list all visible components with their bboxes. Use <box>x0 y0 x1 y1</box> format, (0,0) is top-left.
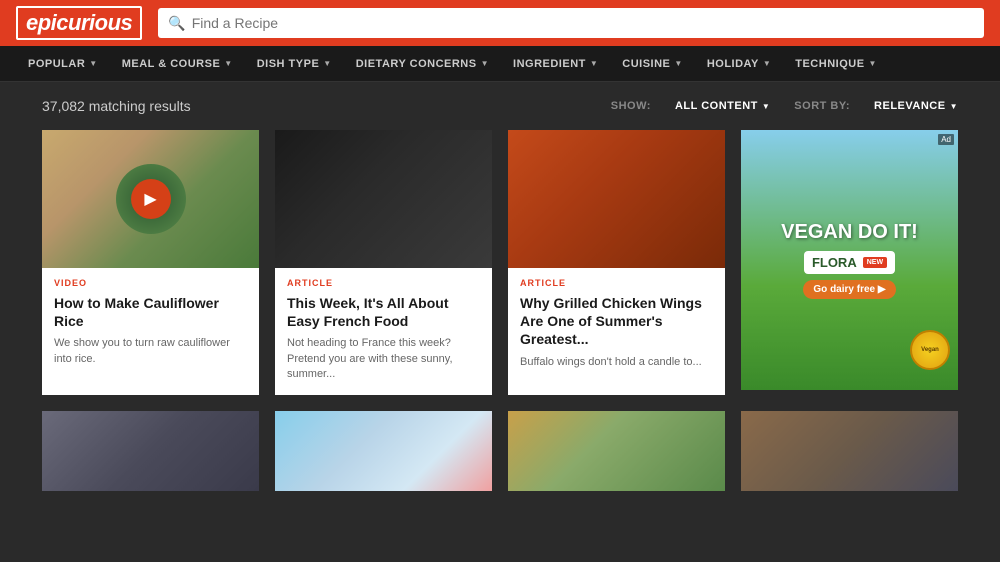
nav: Popular ▼ Meal & Course ▼ Dish Type ▼ Di… <box>0 46 1000 82</box>
card-title: This Week, It's All About Easy French Fo… <box>287 294 480 330</box>
card-description: Not heading to France this week? Pretend… <box>287 336 480 382</box>
card-tag: VIDEO <box>54 278 247 288</box>
card-title: Why Grilled Chicken Wings Are One of Sum… <box>520 294 713 349</box>
card-cauliflower-rice[interactable]: ▶ VIDEO How to Make Cauliflower Rice We … <box>42 130 259 395</box>
nav-item-ingredient[interactable]: Ingredient ▼ <box>501 46 610 82</box>
card-title: How to Make Cauliflower Rice <box>54 294 247 330</box>
card-image <box>508 130 725 268</box>
search-input[interactable] <box>192 15 974 31</box>
chevron-down-icon: ▼ <box>762 102 770 111</box>
card-grilled-chicken[interactable]: ARTICLE Why Grilled Chicken Wings Are On… <box>508 130 725 395</box>
show-content-dropdown[interactable]: All Content ▼ <box>675 100 770 112</box>
content-grid: ▶ VIDEO How to Make Cauliflower Rice We … <box>0 130 1000 491</box>
chevron-down-icon: ▼ <box>950 102 958 111</box>
sort-label: SORT BY: <box>794 100 850 112</box>
ad-badge: Ad <box>938 134 954 145</box>
card-body: ARTICLE Why Grilled Chicken Wings Are On… <box>508 268 725 382</box>
chevron-down-icon: ▼ <box>763 59 771 68</box>
card-body: ARTICLE This Week, It's All About Easy F… <box>275 268 492 395</box>
nav-item-meal-course[interactable]: Meal & Course ▼ <box>110 46 245 82</box>
search-bar[interactable]: 🔍 <box>158 8 984 38</box>
card-image <box>508 411 725 491</box>
card-bottom-2[interactable] <box>275 411 492 491</box>
card-french-food[interactable]: ARTICLE This Week, It's All About Easy F… <box>275 130 492 395</box>
ad-vegan-badge: Vegan <box>910 330 950 370</box>
card-image: ▶ <box>42 130 259 268</box>
advertisement-card[interactable]: Ad VEGAN DO IT! FLORA NEW Vegan Go dairy… <box>741 130 958 390</box>
play-button[interactable]: ▶ <box>131 179 171 219</box>
show-label: SHOW: <box>611 100 651 112</box>
card-image <box>741 411 958 491</box>
chevron-down-icon: ▼ <box>89 59 97 68</box>
nav-item-holiday[interactable]: Holiday ▼ <box>695 46 783 82</box>
results-bar: 37,082 matching results SHOW: All Conten… <box>0 82 1000 130</box>
card-bottom-1[interactable] <box>42 411 259 491</box>
chevron-down-icon: ▼ <box>323 59 331 68</box>
ad-product: FLORA NEW <box>804 251 895 274</box>
nav-item-technique[interactable]: Technique ▼ <box>783 46 889 82</box>
chevron-down-icon: ▼ <box>674 59 682 68</box>
logo[interactable]: epicurious <box>16 6 142 40</box>
ad-title: VEGAN DO IT! <box>781 221 918 243</box>
card-bottom-4[interactable] <box>741 411 958 491</box>
search-icon: 🔍 <box>168 15 185 32</box>
card-image <box>42 411 259 491</box>
ad-product-name: FLORA <box>812 255 857 270</box>
ad-cta-button[interactable]: Go dairy free ▶ <box>803 280 895 299</box>
card-description: Buffalo wings don't hold a candle to... <box>520 355 713 370</box>
chevron-down-icon: ▼ <box>481 59 489 68</box>
results-count: 37,082 matching results <box>42 98 191 114</box>
chevron-down-icon: ▼ <box>869 59 877 68</box>
card-tag: ARTICLE <box>520 278 713 288</box>
chevron-down-icon: ▼ <box>590 59 598 68</box>
ad-product-badge: NEW <box>863 257 887 268</box>
sort-dropdown[interactable]: Relevance ▼ <box>874 100 958 112</box>
results-controls: SHOW: All Content ▼ SORT BY: Relevance ▼ <box>611 100 958 112</box>
card-description: We show you to turn raw cauliflower into… <box>54 336 247 367</box>
card-body: VIDEO How to Make Cauliflower Rice We sh… <box>42 268 259 379</box>
nav-item-dish-type[interactable]: Dish Type ▼ <box>245 46 344 82</box>
nav-item-dietary-concerns[interactable]: Dietary Concerns ▼ <box>344 46 501 82</box>
nav-item-popular[interactable]: Popular ▼ <box>16 46 110 82</box>
card-tag: ARTICLE <box>287 278 480 288</box>
card-bottom-3[interactable] <box>508 411 725 491</box>
header: epicurious 🔍 <box>0 0 1000 46</box>
ad-content: Ad VEGAN DO IT! FLORA NEW Vegan Go dairy… <box>741 130 958 390</box>
nav-item-cuisine[interactable]: Cuisine ▼ <box>610 46 695 82</box>
card-image <box>275 411 492 491</box>
chevron-down-icon: ▼ <box>224 59 232 68</box>
card-image <box>275 130 492 268</box>
